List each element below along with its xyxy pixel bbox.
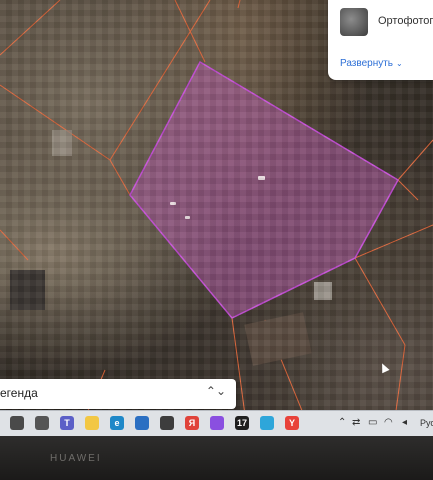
boundary-line [237, 0, 241, 9]
legend-label: егенда [0, 386, 38, 400]
legend-selector[interactable]: егенда ⌃⌄ [0, 379, 236, 409]
telegram-icon[interactable] [260, 416, 274, 430]
boundary-line [0, 0, 61, 56]
laptop-bezel: HUAWEI [0, 436, 433, 480]
plot-marker [170, 202, 176, 205]
tray-settings-icon[interactable]: ⇄ [352, 417, 360, 428]
alice-icon[interactable] [210, 416, 224, 430]
building-roof [52, 130, 72, 156]
tinkoff-icon[interactable]: 17 [235, 416, 249, 430]
chevron-down-icon: ⌄ [396, 59, 403, 68]
legend-toggle-icon[interactable]: ⌃⌄ [206, 384, 226, 398]
plot-marker [185, 216, 190, 219]
windows-start-icon[interactable] [10, 416, 24, 430]
layer-panel[interactable]: Ортофотопл Развернуть⌄ [328, 0, 433, 80]
task-view-icon[interactable] [35, 416, 49, 430]
boundary-line [354, 257, 406, 346]
teams-icon[interactable]: T [60, 416, 74, 430]
boundary-line [109, 159, 131, 196]
taskbar: Te Я 17 Y ⌃ ⇄ ▭ ◠ ◂ Рус [0, 410, 433, 437]
layer-name: Ортофотопл [378, 15, 433, 27]
building-roof [314, 282, 332, 300]
boundary-line [0, 229, 29, 261]
boundary-line [397, 179, 419, 201]
volume-icon[interactable]: ◂ [402, 417, 407, 428]
expand-button[interactable]: Развернуть ⌄ [340, 58, 403, 69]
orthophoto-layer-thumbnail[interactable] [340, 8, 368, 36]
expand-label: Развернуть [340, 58, 394, 69]
yandex-browser-icon[interactable]: Y [285, 416, 299, 430]
building-roof [10, 270, 45, 310]
app-icon[interactable] [160, 416, 174, 430]
building-roof [244, 312, 312, 366]
edge-icon[interactable]: e [110, 416, 124, 430]
battery-icon[interactable]: ▭ [368, 417, 377, 428]
tray-chevron-icon[interactable]: ⌃ [338, 417, 346, 428]
wifi-icon[interactable]: ◠ [384, 417, 393, 428]
brand-logo: HUAWEI [50, 453, 102, 464]
yandex-icon[interactable]: Я [185, 416, 199, 430]
file-explorer-icon[interactable] [85, 416, 99, 430]
boundary-line [174, 0, 206, 63]
language-indicator[interactable]: Рус [420, 418, 433, 428]
store-icon[interactable] [135, 416, 149, 430]
plot-marker [258, 176, 265, 180]
selected-land-plot[interactable] [129, 60, 400, 319]
boundary-line [397, 139, 433, 181]
boundary-line [394, 344, 406, 418]
